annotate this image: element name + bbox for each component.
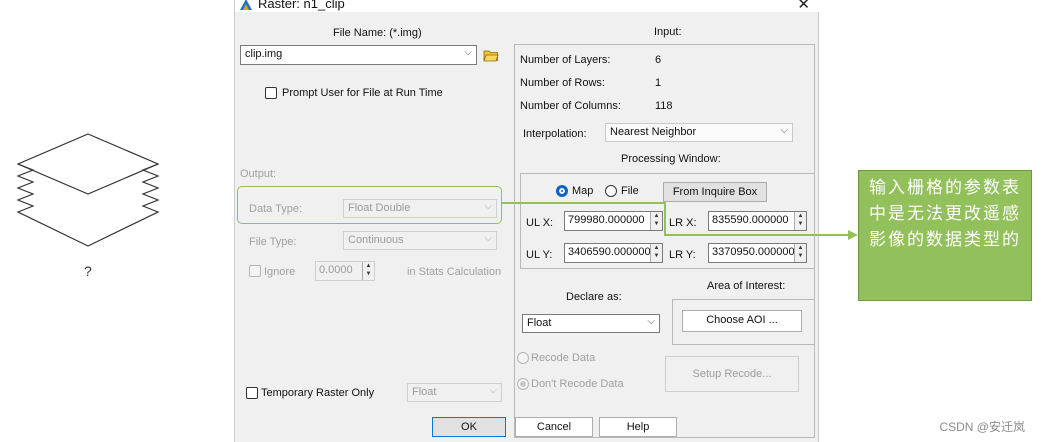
open-folder-icon[interactable] (483, 48, 499, 62)
watermark: CSDN @安迁岚 (939, 420, 1025, 434)
file-name-value: clip.img (245, 48, 283, 60)
file-type-select[interactable]: Continuous ⌵ (343, 231, 497, 250)
chevron-down-icon: ⌵ (489, 385, 497, 396)
ignore-checkbox[interactable] (249, 265, 261, 277)
recode-data-radio[interactable] (517, 352, 529, 364)
num-cols-value: 118 (655, 100, 673, 112)
raster-app-icon (240, 0, 252, 10)
setup-recode-button[interactable]: Setup Recode... (665, 356, 799, 392)
stats-calc-label: in Stats Calculation (407, 266, 502, 278)
choose-aoi-button[interactable]: Choose AOI ... (682, 310, 802, 332)
file-type-value: Continuous (348, 234, 404, 246)
uly-label: UL Y: (526, 249, 553, 261)
temp-raster-type-select[interactable]: Float ⌵ (407, 383, 502, 402)
callout-arrow (502, 202, 858, 240)
temp-raster-checkbox[interactable] (246, 387, 258, 399)
title-bar: Raster: n1_clip ✕ (235, 0, 820, 13)
raster-stack-icon (16, 133, 160, 247)
help-button[interactable]: Help (599, 417, 677, 437)
num-layers-label: Number of Layers: (520, 54, 611, 66)
input-section-label: Input: (654, 26, 682, 38)
close-button[interactable]: ✕ (797, 0, 810, 13)
processing-window-label: Processing Window: (621, 153, 721, 165)
output-section-label: Output: (240, 168, 277, 180)
num-rows-label: Number of Rows: (520, 77, 605, 89)
ignore-value: 0.0000 (319, 264, 353, 276)
prompt-user-label: Prompt User for File at Run Time (282, 87, 443, 99)
cancel-button[interactable]: Cancel (515, 417, 593, 437)
spin-arrows-icon[interactable]: ▲ ▼ (794, 244, 806, 262)
temp-raster-label: Temporary Raster Only (261, 387, 375, 399)
interpolation-label: Interpolation: (523, 128, 587, 140)
aoi-label: Area of Interest: (707, 280, 786, 292)
num-layers-value: 6 (655, 54, 662, 66)
file-name-input[interactable]: clip.img ⌵ (240, 45, 477, 65)
prompt-user-checkbox[interactable] (265, 87, 277, 99)
window-title: Raster: n1_clip (258, 0, 345, 11)
uly-value: 3406590.000000 (568, 246, 651, 258)
file-name-label: File Name: (*.img) (333, 27, 422, 39)
declare-as-value: Float (527, 317, 552, 329)
temp-raster-type-value: Float (412, 386, 437, 398)
stack-label: ? (84, 263, 92, 279)
recode-data-label: Recode Data (531, 352, 596, 364)
uly-input[interactable]: 3406590.000000 ▲ ▼ (564, 243, 663, 263)
num-rows-value: 1 (655, 77, 662, 89)
spin-arrows-icon[interactable]: ▲ ▼ (362, 262, 374, 280)
dont-recode-data-label: Don't Recode Data (531, 378, 624, 390)
interpolation-select[interactable]: Nearest Neighbor ⌵ (605, 123, 793, 142)
data-type-highlight (237, 186, 502, 224)
ignore-label: Ignore (264, 266, 296, 278)
ignore-value-input[interactable]: 0.0000 ▲ ▼ (315, 261, 375, 281)
spin-arrows-icon[interactable]: ▲ ▼ (650, 244, 662, 262)
lry-value: 3370950.000000 (712, 246, 795, 258)
chevron-down-icon: ⌵ (647, 316, 655, 327)
ok-button[interactable]: OK (432, 417, 506, 437)
annotation-callout: 输入栅格的参数表中是无法更改遥感影像的数据类型的 (858, 170, 1032, 301)
file-type-label: File Type: (249, 236, 297, 248)
lry-input[interactable]: 3370950.000000 ▲ ▼ (708, 243, 807, 263)
chevron-down-icon: ⌵ (484, 233, 492, 244)
chevron-down-icon: ⌵ (780, 125, 788, 136)
interpolation-value: Nearest Neighbor (610, 126, 697, 138)
declare-as-label: Declare as: (566, 291, 622, 303)
num-cols-label: Number of Columns: (520, 100, 621, 112)
lry-label: LR Y: (669, 249, 696, 261)
chevron-down-icon[interactable]: ⌵ (464, 47, 472, 58)
declare-as-select[interactable]: Float ⌵ (522, 314, 660, 333)
dont-recode-data-radio[interactable] (517, 378, 529, 390)
